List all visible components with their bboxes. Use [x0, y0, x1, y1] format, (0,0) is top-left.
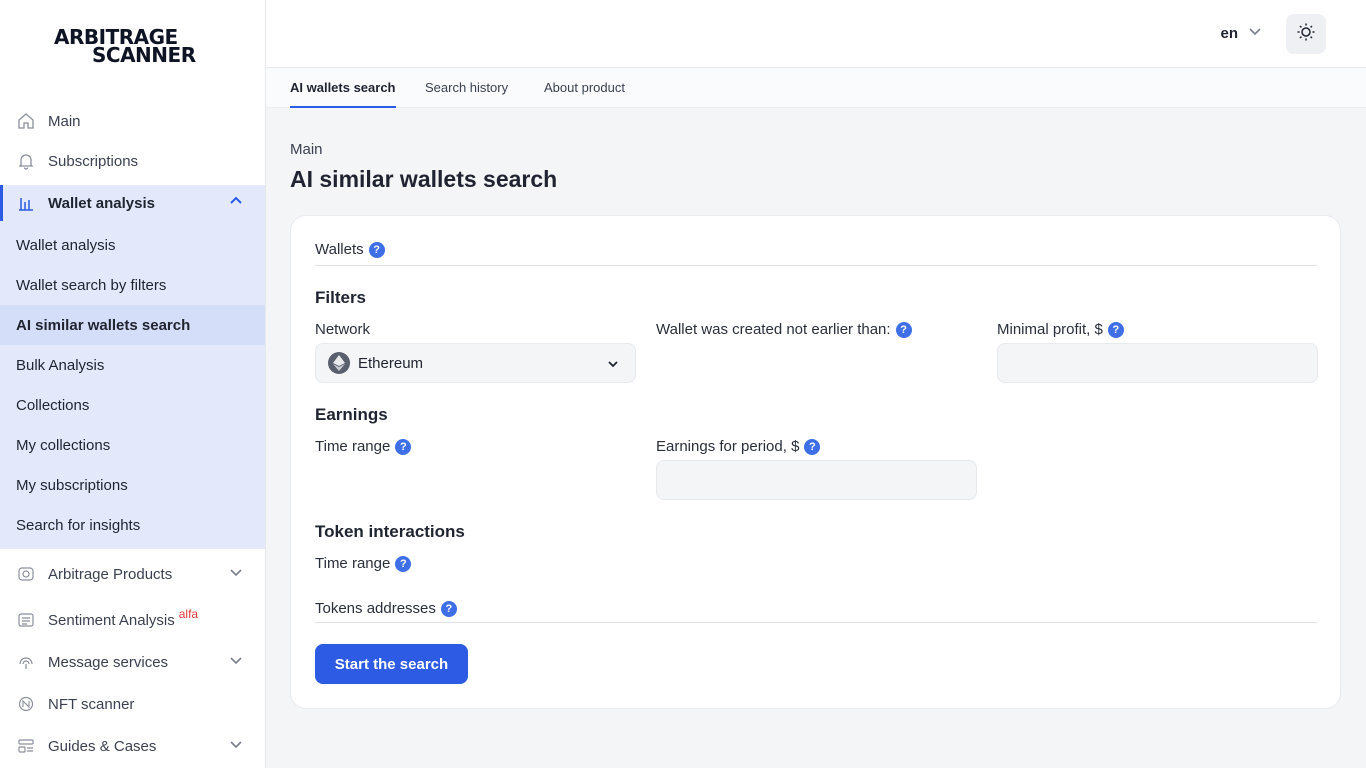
earnings-for-period-label-text: Earnings for period, $	[656, 438, 800, 455]
submenu-item-my-subscriptions[interactable]: My subscriptions	[0, 465, 265, 505]
arbitrage-scanner-logo[interactable]: ARBITRAGE SCANNER	[54, 26, 214, 68]
alfa-badge: alfa	[178, 607, 199, 621]
page-title: AI similar wallets search	[290, 166, 558, 192]
page-tabs: AI wallets search Search history About p…	[266, 68, 1366, 108]
earnings-for-period-label: Earnings for period, $ ?	[656, 438, 821, 455]
tab-about-product[interactable]: About product	[544, 68, 625, 108]
breadcrumb[interactable]: Main	[290, 141, 323, 158]
help-icon[interactable]: ?	[440, 600, 457, 617]
wallets-input-line[interactable]	[315, 265, 1317, 266]
sidebar-item-label: NFT scanner	[48, 695, 135, 713]
language-selector[interactable]: en	[1220, 24, 1262, 42]
submenu-item-wallet-search-by-filters[interactable]: Wallet search by filters	[0, 265, 265, 305]
sidebar-item-main[interactable]: Main	[0, 101, 265, 141]
ethereum-icon	[328, 352, 350, 374]
tab-search-history[interactable]: Search history	[425, 68, 508, 108]
filters-heading: Filters	[315, 288, 367, 307]
help-icon[interactable]: ?	[395, 555, 412, 572]
earnings-heading: Earnings	[315, 405, 388, 424]
sidebar-item-label: Main	[48, 112, 81, 130]
chevron-down-icon[interactable]	[229, 653, 243, 671]
minimal-profit-input[interactable]	[997, 343, 1318, 383]
earnings-time-range-label-text: Time range	[315, 438, 391, 455]
wallet-created-label-text: Wallet was created not earlier than:	[656, 321, 891, 338]
submenu-item-my-collections[interactable]: My collections	[0, 425, 265, 465]
help-icon[interactable]: ?	[895, 321, 912, 338]
sidebar-item-label: Arbitrage Products	[48, 565, 173, 583]
wallets-label: Wallets ?	[315, 241, 385, 258]
bell-icon	[16, 151, 36, 171]
sidebar-item-wallet-analysis[interactable]: Wallet analysis	[0, 185, 265, 221]
chevron-down-icon	[1248, 24, 1262, 42]
chevron-up-icon[interactable]	[229, 194, 243, 212]
sidebar-item-subscriptions[interactable]: Subscriptions	[0, 141, 265, 181]
submenu-item-collections[interactable]: Collections	[0, 385, 265, 425]
submenu-item-wallet-analysis[interactable]: Wallet analysis	[0, 225, 265, 265]
sidebar-item-label: Guides & Cases	[48, 737, 157, 755]
tokens-addresses-label: Tokens addresses ?	[315, 600, 457, 617]
wallets-label-text: Wallets	[315, 241, 364, 258]
language-value: en	[1220, 24, 1238, 42]
sidebar-item-message-services[interactable]: Message services	[0, 641, 265, 683]
network-label: Network	[315, 321, 371, 338]
help-icon[interactable]: ?	[1107, 321, 1124, 338]
minimal-profit-label-text: Minimal profit, $	[997, 321, 1103, 338]
help-icon[interactable]: ?	[395, 438, 412, 455]
minimal-profit-label: Minimal profit, $ ?	[997, 321, 1124, 338]
theme-toggle-button[interactable]	[1286, 14, 1326, 54]
sidebar-item-sentiment-analysis[interactable]: Sentiment Analysis alfa	[0, 599, 265, 641]
top-bar: en	[266, 0, 1366, 68]
submenu-item-bulk-analysis[interactable]: Bulk Analysis	[0, 345, 265, 385]
chevron-down-icon[interactable]	[229, 737, 243, 755]
tokens-addresses-input-line[interactable]	[315, 622, 1317, 623]
chart-icon	[16, 193, 36, 213]
sidebar-item-label: Wallet analysis	[48, 194, 155, 212]
wallet-analysis-submenu: Wallet analysis Wallet search by filters…	[0, 221, 265, 549]
start-search-button[interactable]: Start the search	[315, 644, 468, 684]
nft-icon	[16, 694, 36, 714]
newspaper-icon	[16, 610, 36, 630]
eye-icon	[16, 564, 36, 584]
logo-line-2: SCANNER	[92, 43, 196, 67]
chevron-down-icon	[607, 357, 619, 374]
submenu-item-search-for-insights[interactable]: Search for insights	[0, 505, 265, 545]
guides-icon	[16, 736, 36, 756]
network-select[interactable]: Ethereum	[315, 343, 636, 383]
help-icon[interactable]: ?	[804, 438, 821, 455]
sidebar-item-label: Sentiment Analysis	[48, 611, 175, 629]
sidebar-item-guides-cases[interactable]: Guides & Cases	[0, 725, 265, 767]
earnings-time-range-label: Time range ?	[315, 438, 412, 455]
sun-icon	[1296, 22, 1316, 47]
home-icon	[16, 111, 36, 131]
broadcast-icon	[16, 652, 36, 672]
token-interactions-heading: Token interactions	[315, 522, 465, 541]
search-form-card: Wallets ? Filters Network Ethereum Walle…	[290, 215, 1341, 709]
token-time-range-label-text: Time range	[315, 555, 391, 572]
help-icon[interactable]: ?	[368, 241, 385, 258]
token-time-range-label: Time range ?	[315, 555, 412, 572]
earnings-for-period-input[interactable]	[656, 460, 977, 500]
sidebar: ARBITRAGE SCANNER Main Subscriptions Wal…	[0, 0, 266, 768]
network-value: Ethereum	[358, 354, 424, 372]
sidebar-item-label: Subscriptions	[48, 152, 139, 170]
sidebar-item-arbitrage-products[interactable]: Arbitrage Products	[0, 553, 265, 595]
submenu-item-ai-similar-wallets-search[interactable]: AI similar wallets search	[0, 305, 265, 345]
sidebar-nav: Main Subscriptions Wallet analysis Walle…	[0, 101, 265, 767]
tokens-addresses-label-text: Tokens addresses	[315, 600, 436, 617]
wallet-created-label: Wallet was created not earlier than: ?	[656, 321, 912, 338]
tab-ai-wallets-search[interactable]: AI wallets search	[290, 68, 396, 108]
chevron-down-icon[interactable]	[229, 565, 243, 583]
sidebar-item-nft-scanner[interactable]: NFT scanner	[0, 683, 265, 725]
sidebar-item-label: Message services	[48, 653, 169, 671]
